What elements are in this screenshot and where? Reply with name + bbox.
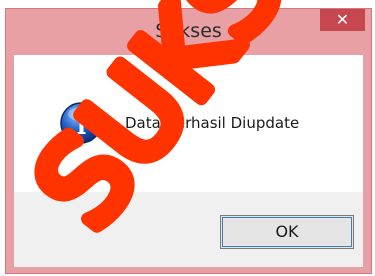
button-bar: OK	[14, 192, 363, 267]
dialog-title: Sukses	[155, 20, 222, 42]
dialog-body: Data Berhasil Diupdate OK	[14, 55, 363, 267]
message-text: Data Berhasil Diupdate	[125, 114, 300, 132]
ok-button[interactable]: OK	[220, 215, 354, 249]
message-area: Data Berhasil Diupdate	[14, 55, 363, 192]
close-button[interactable]: ✕	[320, 9, 365, 31]
info-icon	[60, 102, 102, 144]
close-icon: ✕	[335, 10, 350, 29]
title-bar[interactable]: Sukses ✕	[6, 9, 371, 55]
dialog-window: Sukses ✕ Data Berhasil Diupdate OK	[5, 8, 372, 274]
